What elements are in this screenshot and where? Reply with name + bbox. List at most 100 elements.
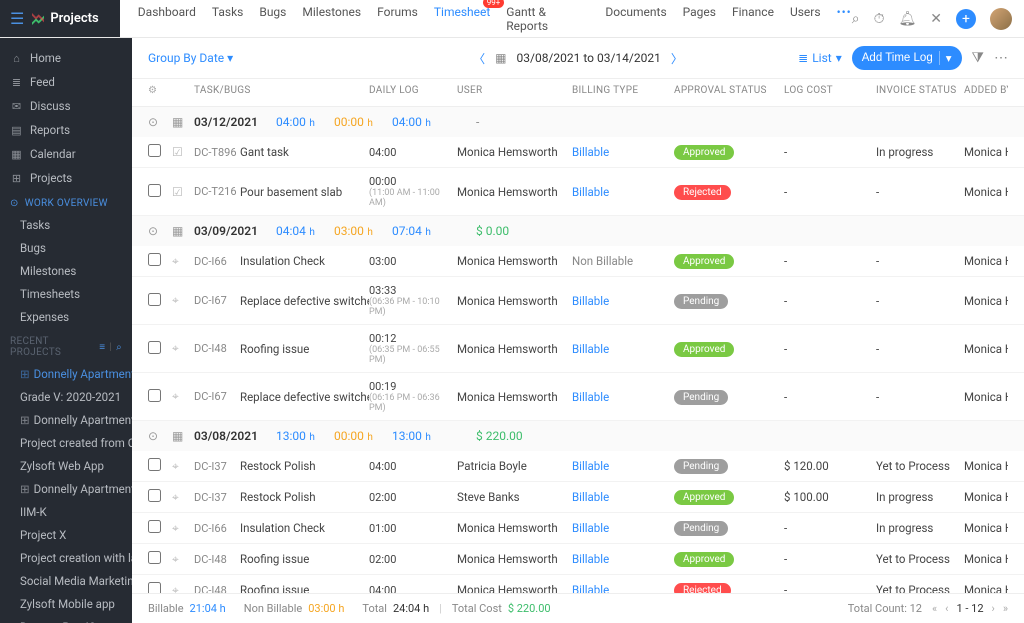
tab-bugs[interactable]: Bugs [259, 5, 286, 33]
more-icon[interactable]: ⋯ [994, 50, 1008, 66]
add-plus-button[interactable]: + [956, 9, 976, 29]
sidebar-item-feed[interactable]: ≣Feed [0, 70, 132, 94]
row-checkbox[interactable] [148, 389, 172, 405]
tab-pages[interactable]: Pages [683, 5, 716, 33]
item-name[interactable]: Replace defective switches [240, 390, 369, 404]
row-checkbox[interactable] [148, 144, 172, 160]
settings-col-icon[interactable]: ⚙ [148, 85, 172, 96]
timesheet-row[interactable]: ⌖DC-I66Insulation Check03:00Monica Hemsw… [132, 246, 1024, 277]
billing-type[interactable]: Billable [572, 185, 674, 199]
sidebar-item-reports[interactable]: ▤Reports [0, 118, 132, 142]
item-name[interactable]: Roofing issue [240, 342, 369, 356]
billing-type[interactable]: Non Billable [572, 254, 674, 268]
item-name[interactable]: Insulation Check [240, 254, 369, 268]
bell-icon[interactable]: 🔔︎ [898, 11, 916, 27]
timesheet-row[interactable]: ⌖DC-I37Restock Polish02:00Steve BanksBil… [132, 482, 1024, 513]
row-checkbox[interactable] [148, 458, 172, 474]
avatar[interactable] [990, 8, 1012, 30]
sidebar-work-bugs[interactable]: Bugs [0, 236, 132, 259]
row-checkbox[interactable] [148, 184, 172, 200]
brand-logo[interactable]: Projects [30, 11, 98, 27]
item-name[interactable]: Gant task [240, 145, 369, 159]
project-item[interactable]: Project creation with la [0, 546, 132, 569]
billing-type[interactable]: Billable [572, 521, 674, 535]
calendar-icon[interactable]: ▦ [495, 51, 506, 65]
tab-finance[interactable]: Finance [732, 5, 774, 33]
project-item[interactable]: Social Media Marketing [0, 569, 132, 592]
item-name[interactable]: Roofing issue [240, 552, 369, 566]
add-time-log-button[interactable]: Add Time Log▾ [852, 46, 962, 70]
group-row[interactable]: ⊙▦03/12/202104:00 h00:00 h04:00 h- [132, 107, 1024, 137]
timesheet-row[interactable]: ⌖DC-I37Restock Polish04:00Patricia Boyle… [132, 451, 1024, 482]
prev-range-button[interactable]: 〈 [473, 50, 485, 67]
row-checkbox[interactable] [148, 551, 172, 567]
project-item[interactable]: Grade V: 2020-2021 [0, 385, 132, 408]
timesheet-row[interactable]: ⌖DC-I48Roofing issue02:00Monica Hemswort… [132, 544, 1024, 575]
timesheet-row[interactable]: ⌖DC-I67Replace defective switches00:19(0… [132, 373, 1024, 421]
timesheet-row[interactable]: ⌖DC-I48Roofing issue00:12(06:35 PM - 06:… [132, 325, 1024, 373]
project-item[interactable]: Zylsoft Mobile app [0, 592, 132, 615]
group-row[interactable]: ⊙▦03/08/202113:00 h00:00 h13:00 h$ 220.0… [132, 421, 1024, 451]
tab-dashboard[interactable]: Dashboard [138, 5, 196, 33]
sidebar-work-tasks[interactable]: Tasks [0, 213, 132, 236]
pager-first-icon[interactable]: « [932, 602, 937, 615]
project-item[interactable]: Project X [0, 523, 132, 546]
sidebar-work-milestones[interactable]: Milestones [0, 259, 132, 282]
sidebar-item-discuss[interactable]: ✉Discuss [0, 94, 132, 118]
row-checkbox[interactable] [148, 253, 172, 269]
tab-timesheet[interactable]: Timesheet99+ [434, 5, 490, 33]
hamburger-icon[interactable]: ☰ [10, 9, 24, 28]
item-name[interactable]: Restock Polish [240, 490, 369, 504]
tabs-more-icon[interactable]: ••• [837, 5, 852, 33]
search-projects-icon[interactable]: ⌕ [116, 342, 122, 353]
row-checkbox[interactable] [148, 582, 172, 593]
timesheet-row[interactable]: ☑DC-T216Pour basement slab00:00(11:00 AM… [132, 168, 1024, 216]
project-item[interactable]: ⊞Donnelly Apartments C [0, 362, 132, 385]
pager-prev-icon[interactable]: ‹ [945, 602, 948, 615]
project-item[interactable]: ⊞Donnelly Apartments C [0, 477, 132, 500]
tab-forums[interactable]: Forums [377, 5, 418, 33]
timesheet-row[interactable]: ☑DC-T896Gant task04:00Monica HemsworthBi… [132, 137, 1024, 168]
project-item[interactable]: Zylsoft Web App [0, 454, 132, 477]
tab-tasks[interactable]: Tasks [212, 5, 244, 33]
collapse-icon[interactable]: ⊙ [148, 224, 172, 238]
timesheet-row[interactable]: ⌖DC-I48Roofing issue04:00Monica Hemswort… [132, 575, 1024, 593]
sidebar-item-calendar[interactable]: ▦Calendar [0, 142, 132, 166]
sidebar-item-projects[interactable]: ⊞Projects [0, 166, 132, 190]
sidebar-item-home[interactable]: ⌂Home [0, 46, 132, 70]
pager-next-icon[interactable]: › [992, 602, 995, 615]
project-item[interactable]: IIM-K [0, 500, 132, 523]
row-checkbox[interactable] [148, 520, 172, 536]
search-icon[interactable]: ⌕ [852, 11, 860, 27]
item-name[interactable]: Roofing issue [240, 583, 369, 593]
billing-type[interactable]: Billable [572, 390, 674, 404]
collapse-icon[interactable]: ⊙ [148, 429, 172, 443]
billing-type[interactable]: Billable [572, 552, 674, 566]
next-range-button[interactable]: 〉 [671, 50, 683, 67]
group-by-dropdown[interactable]: Group By Date ▾ [148, 51, 233, 65]
group-row[interactable]: ⊙▦03/09/202104:04 h03:00 h07:04 h$ 0.00 [132, 216, 1024, 246]
billing-type[interactable]: Billable [572, 583, 674, 593]
tab-users[interactable]: Users [790, 5, 821, 33]
timesheet-row[interactable]: ⌖DC-I66Insulation Check01:00Monica Hemsw… [132, 513, 1024, 544]
view-list-dropdown[interactable]: ≣ List ▾ [798, 51, 842, 65]
timer-icon[interactable]: ⏱ [874, 11, 885, 27]
billing-type[interactable]: Billable [572, 145, 674, 159]
row-checkbox[interactable] [148, 489, 172, 505]
billing-type[interactable]: Billable [572, 294, 674, 308]
billing-type[interactable]: Billable [572, 459, 674, 473]
sidebar-work-timesheets[interactable]: Timesheets [0, 282, 132, 305]
row-checkbox[interactable] [148, 341, 172, 357]
item-name[interactable]: Replace defective switches [240, 294, 369, 308]
row-checkbox[interactable] [148, 293, 172, 309]
project-item[interactable]: ⊞Donnelly Apartments C [0, 408, 132, 431]
pager-last-icon[interactable]: » [1003, 602, 1008, 615]
item-name[interactable]: Pour basement slab [240, 185, 369, 199]
sort-icon[interactable]: ≡ [99, 342, 105, 353]
billing-type[interactable]: Billable [572, 342, 674, 356]
timesheet-row[interactable]: ⌖DC-I67Replace defective switches03:33(0… [132, 277, 1024, 325]
collapse-icon[interactable]: ⊙ [148, 115, 172, 129]
billing-type[interactable]: Billable [572, 490, 674, 504]
sidebar-work-expenses[interactable]: Expenses [0, 305, 132, 328]
filter-icon[interactable]: ⧩ [972, 50, 985, 66]
